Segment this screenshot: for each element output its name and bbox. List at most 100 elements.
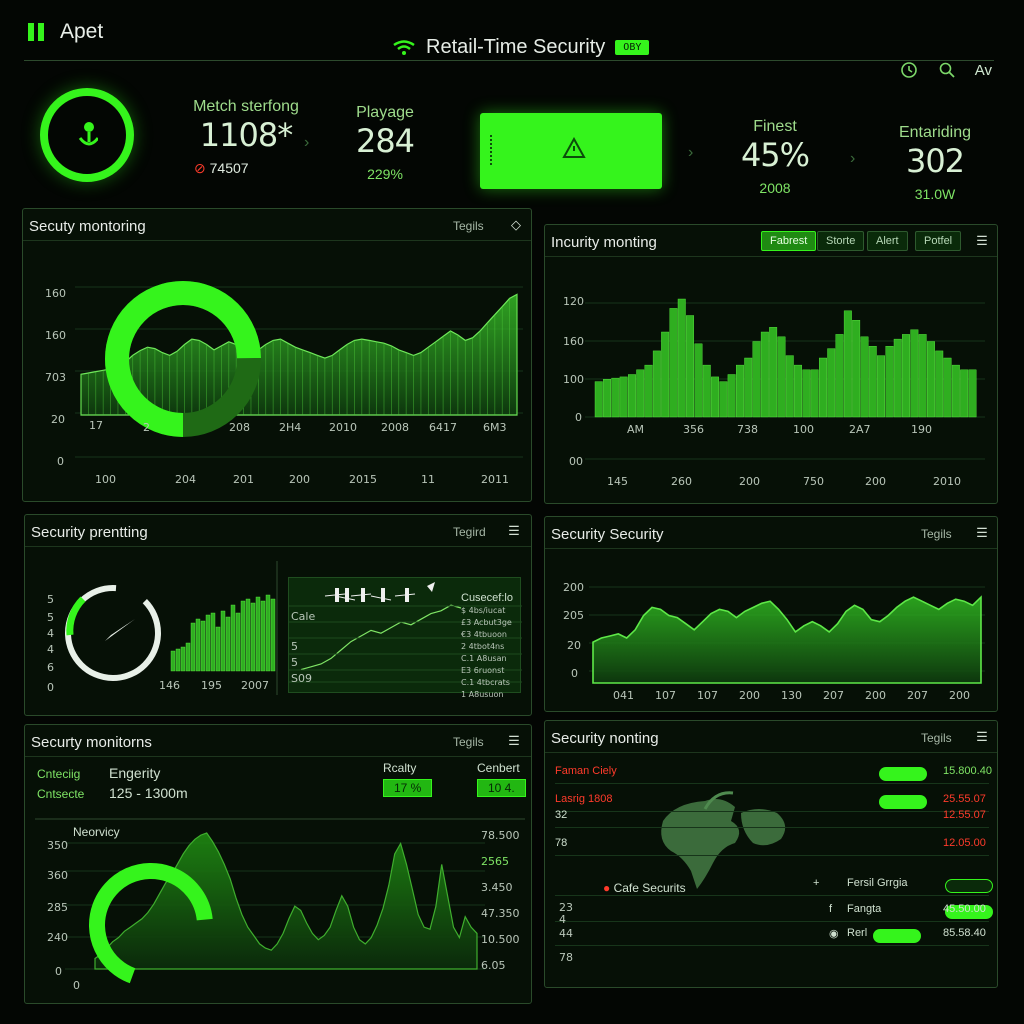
search-icon[interactable] bbox=[937, 60, 957, 80]
x-tick-label: 2010 bbox=[329, 421, 357, 434]
kpi-label: Entariding bbox=[898, 124, 972, 141]
event-value: 25.55.07 bbox=[943, 793, 986, 805]
y-tick-label: 20 bbox=[51, 413, 65, 426]
x-tick-label: 107 bbox=[697, 689, 718, 702]
right-tick-label: 78.500 bbox=[481, 829, 520, 842]
x-tick-label: 2015 bbox=[349, 473, 377, 486]
list-item[interactable]: Rerl bbox=[847, 927, 867, 939]
list-item[interactable]: Fangta bbox=[847, 903, 881, 915]
list-item[interactable]: Fersil Grrgia bbox=[847, 877, 908, 889]
bar bbox=[185, 642, 191, 672]
kpi-match[interactable]: Metch sterfong 1108* ⊘ 74507 bbox=[172, 98, 320, 177]
x-tick-label: AM bbox=[627, 423, 645, 436]
bar bbox=[619, 376, 628, 418]
bar bbox=[752, 341, 761, 418]
kpi-finest[interactable]: Finest 45% 2008 bbox=[730, 118, 820, 196]
y-tick-label: 0 bbox=[55, 965, 62, 978]
x-tick-label: 750 bbox=[803, 475, 824, 488]
status-ring bbox=[40, 88, 134, 182]
bar bbox=[175, 648, 181, 672]
bar bbox=[170, 650, 176, 672]
event-label[interactable]: Lasrig 1808 bbox=[555, 793, 613, 805]
x-tick-label: 2011 bbox=[481, 473, 509, 486]
bar bbox=[245, 598, 251, 672]
plus-icon: + bbox=[813, 877, 820, 889]
alert-card[interactable] bbox=[480, 113, 662, 189]
x-tick-label: 738 bbox=[737, 423, 758, 436]
bar bbox=[255, 596, 261, 672]
right-tick-label: 2565 bbox=[481, 855, 509, 868]
x-tick-label: 2007 bbox=[241, 679, 269, 692]
x-tick-label: 195 bbox=[201, 679, 222, 692]
row-number: 44 bbox=[559, 927, 573, 940]
kpi-playage[interactable]: Playage 284 229% bbox=[340, 104, 430, 182]
x-tick-label: 200 bbox=[865, 689, 886, 702]
kpi-entariding[interactable]: Entariding 302 31.0W bbox=[880, 124, 990, 202]
bar bbox=[669, 308, 678, 418]
cafe-row[interactable]: ● Cafe Securits bbox=[603, 881, 686, 895]
bar bbox=[785, 355, 794, 418]
x-tick-label: 2A7 bbox=[849, 423, 871, 436]
panel-security-monitoring: Secuty montoring Tegils ◇ 160 160 703 20 0 1… bbox=[22, 208, 532, 502]
row-label: Cale bbox=[291, 610, 316, 623]
area-chart bbox=[35, 818, 525, 987]
bar bbox=[827, 348, 836, 418]
event-label[interactable]: Faman Ciely bbox=[555, 765, 617, 777]
y-tick-label: 00 bbox=[569, 455, 583, 468]
y-tick-label: 160 bbox=[45, 329, 66, 342]
row-item: 1 A8usuon bbox=[461, 690, 504, 699]
kpi-label: Metch sterfong bbox=[193, 98, 299, 115]
bar bbox=[943, 357, 952, 418]
bar bbox=[686, 315, 695, 418]
kpi-sub: 31.0W bbox=[914, 186, 956, 202]
row-item: C.1 A8usan bbox=[461, 654, 507, 663]
x-tick-label: 2010 bbox=[933, 475, 961, 488]
bar bbox=[210, 612, 216, 672]
bar bbox=[205, 614, 211, 672]
bar bbox=[885, 345, 894, 418]
list-value: 45.50.00 bbox=[943, 903, 986, 915]
x-tick-label: 145 bbox=[607, 475, 628, 488]
drag-handle bbox=[490, 135, 496, 165]
kpi-label: Playage bbox=[356, 104, 414, 121]
x-tick-label: 11 bbox=[421, 473, 435, 486]
bar bbox=[902, 334, 910, 418]
y-tick-label: 0 bbox=[571, 667, 578, 680]
bar bbox=[611, 377, 620, 418]
top-actions: Av bbox=[899, 60, 992, 80]
globe-icon: ◉ bbox=[829, 928, 839, 940]
bar bbox=[644, 364, 653, 418]
trophy-icon bbox=[78, 122, 98, 146]
avatar[interactable]: Av bbox=[975, 62, 992, 79]
bar bbox=[652, 350, 661, 418]
x-tick-label: 6417 bbox=[429, 421, 457, 434]
map-landmass bbox=[661, 799, 740, 889]
bar bbox=[960, 369, 969, 418]
event-label[interactable]: 78 bbox=[555, 837, 567, 849]
row-divider bbox=[555, 895, 989, 896]
bar bbox=[230, 604, 236, 672]
y-tick-label: 0 bbox=[57, 455, 64, 468]
app-logo[interactable]: Apet bbox=[28, 20, 103, 44]
y-tick-label: 160 bbox=[563, 335, 584, 348]
panel-security-monitorns: Securty monitorns Tegils ☰ Cnteciig Enge… bbox=[24, 724, 532, 1004]
row-divider bbox=[555, 783, 989, 784]
row-number: 78 bbox=[559, 951, 573, 964]
bar bbox=[190, 622, 196, 672]
bar bbox=[694, 343, 703, 418]
facebook-icon: f bbox=[829, 903, 833, 915]
panel-security-nonting: Security nonting Tegils ☰ Faman Ciely 15.… bbox=[544, 720, 998, 988]
alert-icon: ⊘ bbox=[194, 160, 206, 176]
bar bbox=[918, 334, 927, 418]
clock-icon[interactable] bbox=[899, 60, 919, 80]
x-tick-label: 356 bbox=[683, 423, 704, 436]
bar bbox=[802, 369, 811, 418]
event-label[interactable]: 32 bbox=[555, 809, 567, 821]
status-badge: OBY bbox=[615, 40, 650, 55]
bar bbox=[240, 600, 246, 672]
row-label: 5 bbox=[291, 640, 298, 653]
bar bbox=[769, 327, 778, 418]
row-item: 2 4tbot4ns bbox=[461, 642, 505, 651]
series-line bbox=[300, 604, 462, 671]
panel-security-prentting: Security prentting Tegird ☰ 554460 146 19… bbox=[24, 514, 532, 716]
